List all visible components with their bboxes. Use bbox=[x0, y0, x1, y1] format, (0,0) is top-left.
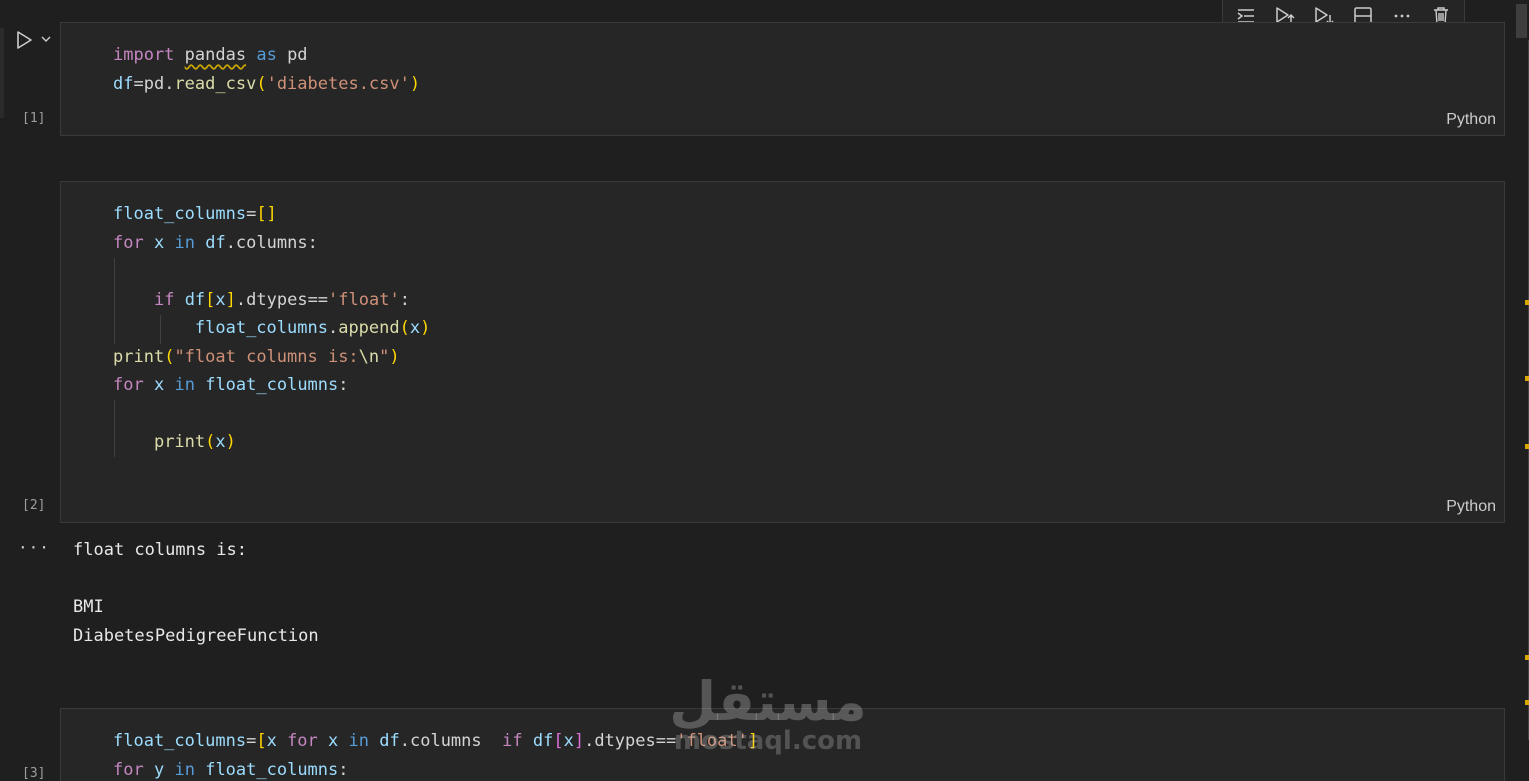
cell-output: float columns is: BMI DiabetesPedigreeFu… bbox=[73, 536, 319, 650]
scrollbar-thumb[interactable] bbox=[1516, 4, 1527, 38]
code-line: df=pd.read_csv('diabetes.csv') bbox=[113, 73, 421, 94]
output-line: BMI bbox=[73, 597, 104, 617]
code-cell[interactable]: import pandas as pd df=pd.read_csv('diab… bbox=[60, 22, 1505, 136]
code-line: for x in float_columns: bbox=[113, 375, 349, 395]
warning-marker bbox=[1525, 655, 1529, 660]
code-line: print("float columns is:\n") bbox=[113, 346, 400, 367]
code-cell[interactable]: float_columns=[x for x in df.columns if … bbox=[60, 708, 1505, 781]
code-line: print(x) bbox=[153, 432, 236, 452]
code-line: if df[x].dtypes=='float': bbox=[153, 289, 410, 310]
output-line: DiabetesPedigreeFunction bbox=[73, 625, 319, 646]
cell-language-label[interactable]: Python bbox=[1446, 498, 1496, 516]
code-editor[interactable]: float_columns=[] for x in df.columns: if… bbox=[113, 200, 430, 457]
code-line: for y in float_columns: bbox=[113, 759, 349, 780]
chevron-down-icon[interactable] bbox=[40, 33, 52, 45]
scrollbar[interactable] bbox=[1515, 0, 1529, 781]
code-line: float_columns=[] bbox=[113, 204, 277, 224]
active-cell-indicator bbox=[0, 28, 4, 118]
execution-count: [2] bbox=[22, 498, 46, 513]
output-line: float columns is: bbox=[73, 540, 247, 560]
notebook-editor: [1] import pandas as pd df=pd.read_csv('… bbox=[0, 0, 1529, 781]
output-more-icon[interactable]: ··· bbox=[18, 538, 50, 557]
warning-marker bbox=[1525, 300, 1529, 305]
warning-marker bbox=[1525, 376, 1529, 381]
code-editor[interactable]: float_columns=[x for x in df.columns if … bbox=[113, 727, 758, 781]
code-line: for x in df.columns: bbox=[113, 232, 318, 253]
cell-language-label[interactable]: Python bbox=[1446, 111, 1496, 129]
code-line: import pandas as pd bbox=[113, 45, 308, 65]
code-cell[interactable]: float_columns=[] for x in df.columns: if… bbox=[60, 181, 1505, 523]
code-editor[interactable]: import pandas as pd df=pd.read_csv('diab… bbox=[113, 41, 420, 98]
warning-marker bbox=[1525, 700, 1529, 705]
execution-count: [3] bbox=[22, 766, 46, 781]
run-cell-icon[interactable] bbox=[14, 30, 34, 50]
execution-count: [1] bbox=[22, 111, 46, 126]
warning-marker bbox=[1525, 444, 1529, 449]
code-line: float_columns.append(x) bbox=[194, 318, 431, 338]
code-line: float_columns=[x for x in df.columns if … bbox=[113, 731, 759, 751]
